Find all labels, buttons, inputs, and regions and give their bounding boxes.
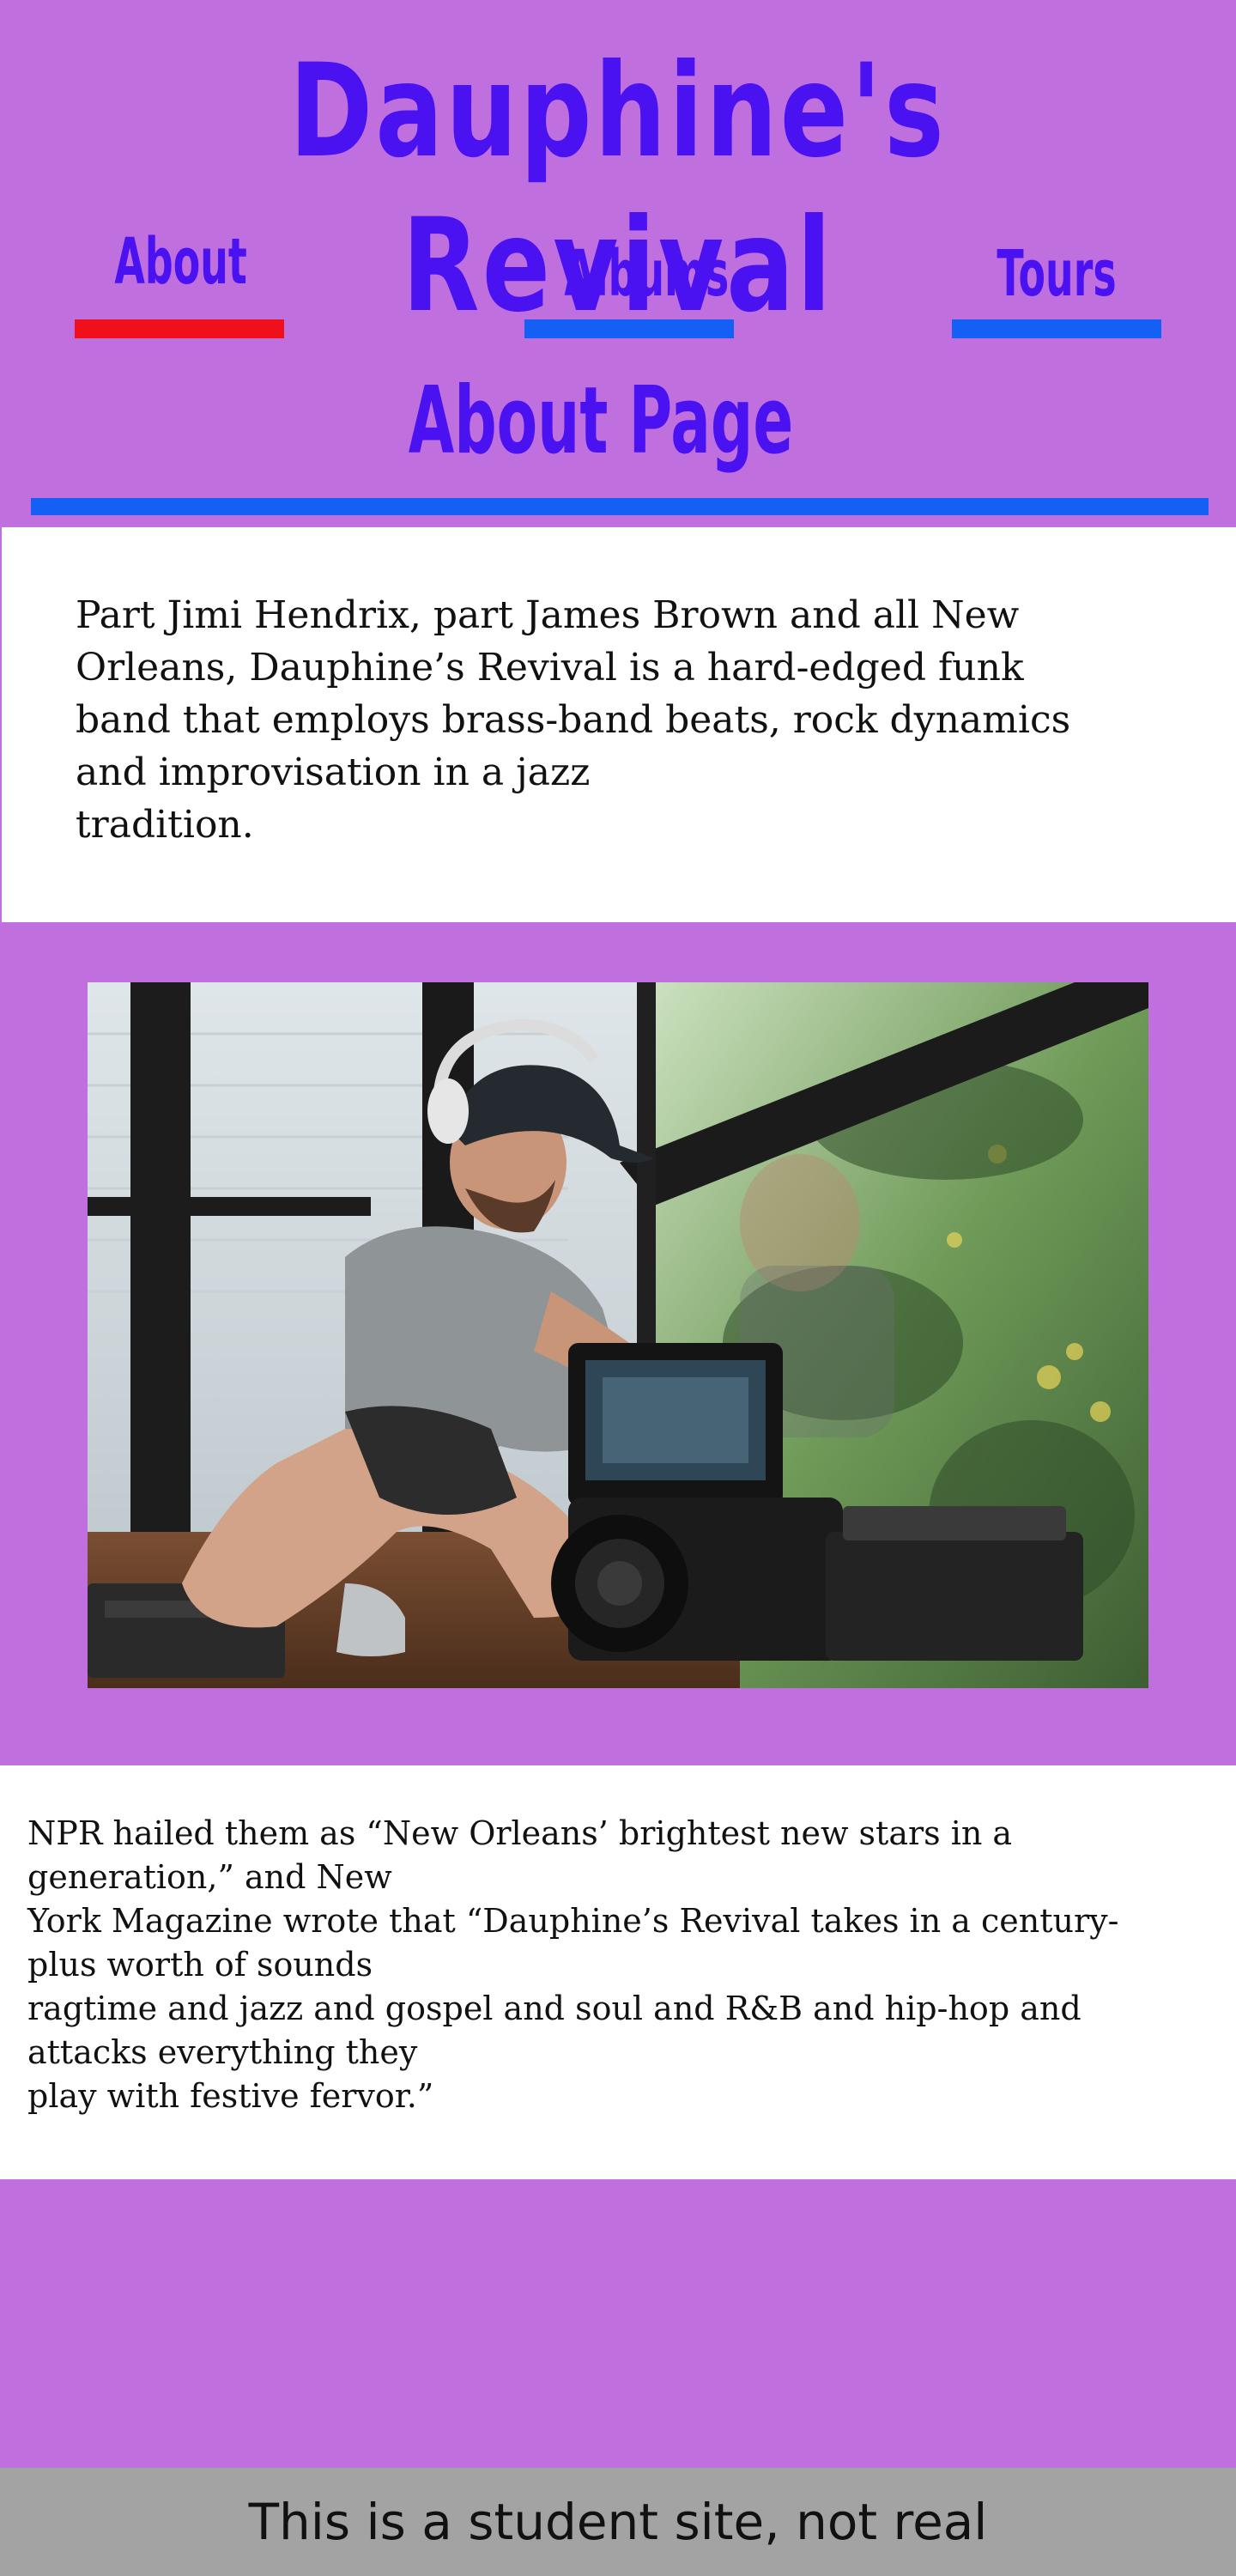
nav-item-tours[interactable]: Tours xyxy=(952,235,1161,338)
press-quote: NPR hailed them as “New Orleans’ brighte… xyxy=(27,1812,1212,2118)
nav-active-underline xyxy=(75,319,284,338)
intro-line: Part Jimi Hendrix, part James Brown and … xyxy=(76,593,1020,637)
intro-line: tradition. xyxy=(76,803,254,847)
quote-line: ragtime and jazz and gospel and soul and… xyxy=(27,1990,1082,2027)
page-heading-underline xyxy=(31,498,1209,515)
quote-line: York Magazine wrote that “Dauphine’s Rev… xyxy=(27,1902,1119,1940)
quote-line: play with festive fervor.” xyxy=(27,2077,434,2115)
quote-line: attacks everything they xyxy=(27,2033,418,2071)
intro-line: Orleans, Dauphine’s Revival is a hard-ed… xyxy=(76,646,1024,690)
nav-item-label: Albums xyxy=(564,237,730,311)
quote-line: plus worth of sounds xyxy=(27,1946,373,1984)
page-heading: About Page xyxy=(408,368,794,475)
nav-item-albums[interactable]: Albums xyxy=(524,235,734,338)
nav-underline xyxy=(524,319,734,338)
nav-item-label: Tours xyxy=(997,237,1117,311)
footer-disclaimer: This is a student site, not real xyxy=(248,2493,988,2551)
intro-section: Part Jimi Hendrix, part James Brown and … xyxy=(2,527,1236,922)
nav-underline xyxy=(952,319,1161,338)
quote-line: generation,” and New xyxy=(27,1858,392,1896)
intro-line: and improvisation in a jazz xyxy=(76,750,591,794)
site-footer: This is a student site, not real xyxy=(0,2468,1236,2576)
photographer-illustration xyxy=(88,982,1148,1688)
quote-line: NPR hailed them as “New Orleans’ brighte… xyxy=(27,1814,1013,1852)
nav-item-about[interactable]: About xyxy=(75,223,284,338)
nav-item-label: About xyxy=(114,225,247,299)
intro-paragraph: Part Jimi Hendrix, part James Brown and … xyxy=(76,589,1183,851)
intro-line: band that employs brass-band beats, rock… xyxy=(76,698,1071,742)
band-photo xyxy=(88,982,1148,1688)
press-quote-section: NPR hailed them as “New Orleans’ brighte… xyxy=(0,1765,1236,2179)
site-header: Dauphine's Revival About Albums Tours Ab… xyxy=(0,0,1236,526)
